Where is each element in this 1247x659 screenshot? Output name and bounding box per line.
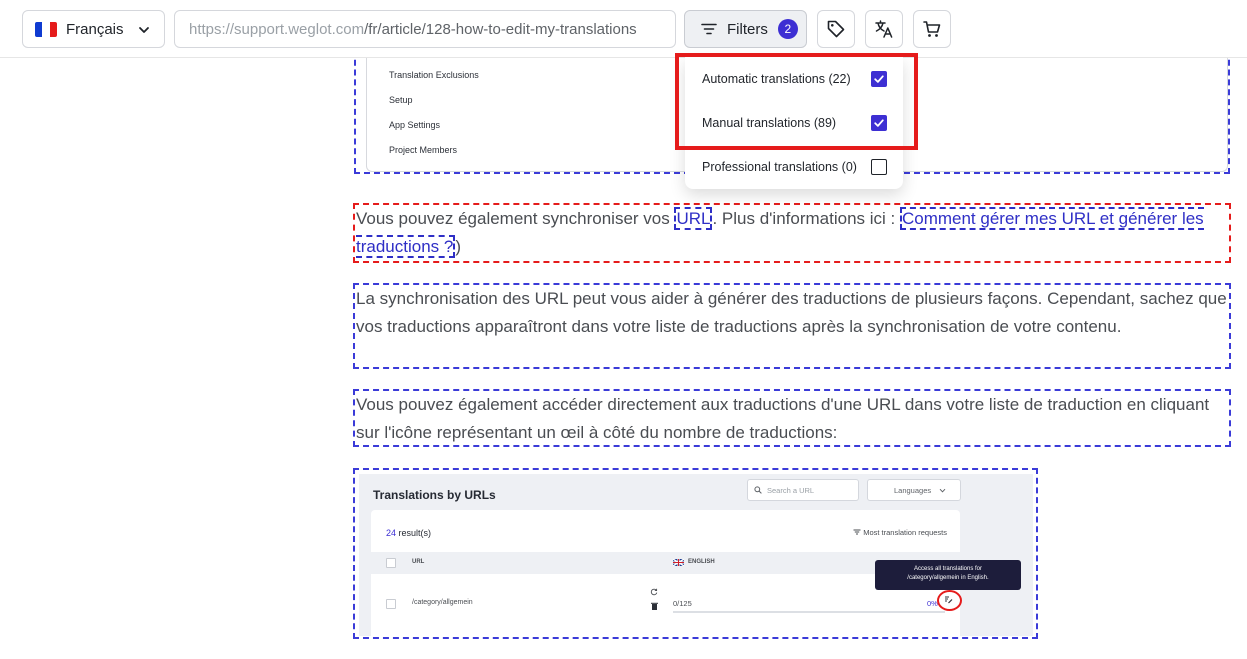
language-selector[interactable]: Français bbox=[22, 10, 165, 48]
tag-button[interactable] bbox=[817, 10, 855, 48]
column-url: URL bbox=[412, 559, 425, 565]
sort-label: Most translation requests bbox=[863, 528, 947, 537]
page: Français https://support.weglot.com/fr/a… bbox=[0, 0, 1247, 659]
tooltip-line: /category/allgemein in English. bbox=[907, 575, 989, 581]
menu-item: Setup bbox=[389, 95, 413, 105]
results-label: result(s) bbox=[396, 528, 432, 538]
filter-icon bbox=[701, 23, 717, 35]
filter-option-label: Manual translations (89) bbox=[702, 116, 837, 130]
sort-icon bbox=[853, 529, 861, 535]
panel-title: Translations by URLs bbox=[373, 488, 496, 502]
menu-item: Project Members bbox=[389, 145, 458, 155]
filter-dropdown: Automatic translations (22) Manual trans… bbox=[685, 57, 903, 189]
languages-select: Languages bbox=[867, 479, 961, 501]
tag-icon bbox=[827, 20, 845, 38]
filter-option-label: Automatic translations (22) bbox=[702, 72, 851, 86]
check-icon bbox=[874, 119, 884, 127]
url-path: /fr/article/128-how-to-edit-my-translati… bbox=[364, 20, 637, 38]
row-translation-count: 0/125 bbox=[673, 599, 692, 608]
screenshot-translations-by-urls: Translations by URLs Search a URL Langua… bbox=[353, 468, 1038, 639]
search-icon bbox=[754, 486, 762, 494]
sort-control: Most translation requests bbox=[853, 528, 947, 537]
progress-bar bbox=[673, 611, 945, 613]
search-placeholder: Search a URL bbox=[767, 485, 815, 495]
top-toolbar: Français https://support.weglot.com/fr/a… bbox=[0, 0, 1247, 58]
paragraph-text: Vous pouvez également synchroniser vos bbox=[356, 209, 675, 228]
translate-icon bbox=[875, 20, 893, 38]
row-checkbox bbox=[386, 599, 396, 609]
france-flag-icon bbox=[35, 21, 57, 37]
filters-count-badge: 2 bbox=[777, 19, 798, 39]
paragraph-text: . Plus d'informations ici : bbox=[712, 209, 900, 228]
filter-option-automatic[interactable]: Automatic translations (22) bbox=[685, 57, 903, 101]
chevron-down-icon bbox=[939, 488, 946, 493]
table-header: URL ENGLISH bbox=[371, 552, 960, 574]
translations-by-urls-panel: Translations by URLs Search a URL Langua… bbox=[359, 474, 1033, 636]
tooltip-line: Access all translations for bbox=[913, 566, 983, 572]
language-label: Français bbox=[66, 20, 124, 38]
highlight-circle bbox=[937, 590, 962, 611]
check-icon bbox=[874, 75, 884, 83]
filter-option-professional[interactable]: Professional translations (0) bbox=[685, 145, 903, 189]
trash-icon bbox=[651, 602, 658, 610]
checkbox-unchecked[interactable] bbox=[871, 159, 887, 175]
filter-option-manual[interactable]: Manual translations (89) bbox=[685, 101, 903, 145]
translate-button[interactable] bbox=[865, 10, 903, 48]
filters-label: Filters bbox=[727, 20, 768, 38]
url-search-input: Search a URL bbox=[747, 479, 859, 501]
chevron-down-icon bbox=[139, 27, 149, 33]
languages-label: Languages bbox=[894, 485, 932, 495]
url-results-card: 24 result(s) Most translation requests U… bbox=[371, 510, 960, 636]
row-url: /category/allgemein bbox=[412, 599, 473, 606]
header-checkbox bbox=[386, 558, 396, 568]
paragraph-text: ) bbox=[455, 237, 462, 256]
refresh-icon bbox=[650, 588, 658, 596]
url-link[interactable]: URL bbox=[674, 207, 713, 230]
checkbox-checked[interactable] bbox=[871, 115, 887, 131]
column-english: ENGLISH bbox=[688, 559, 715, 565]
checkbox-checked[interactable] bbox=[871, 71, 887, 87]
results-number: 24 bbox=[386, 528, 397, 538]
url-host: https://support.weglot.com bbox=[189, 20, 365, 38]
cart-icon bbox=[923, 21, 941, 37]
menu-item: Translation Exclusions bbox=[389, 70, 479, 80]
eye-icon-tooltip: Access all translations for /category/al… bbox=[875, 560, 1021, 590]
url-input[interactable]: https://support.weglot.com/fr/article/12… bbox=[174, 10, 676, 48]
paragraph-sync-urls: Vous pouvez également synchroniser vos U… bbox=[353, 203, 1231, 263]
menu-item: App Settings bbox=[389, 120, 441, 130]
cart-button[interactable] bbox=[913, 10, 951, 48]
uk-flag-icon bbox=[673, 559, 684, 566]
results-count: 24 result(s) bbox=[386, 528, 431, 538]
paragraph-sync-info: La synchronisation des URL peut vous aid… bbox=[353, 283, 1231, 369]
filter-option-label: Professional translations (0) bbox=[702, 160, 857, 174]
filters-button[interactable]: Filters 2 bbox=[684, 10, 807, 48]
paragraph-eye-icon: Vous pouvez également accéder directemen… bbox=[353, 389, 1231, 447]
